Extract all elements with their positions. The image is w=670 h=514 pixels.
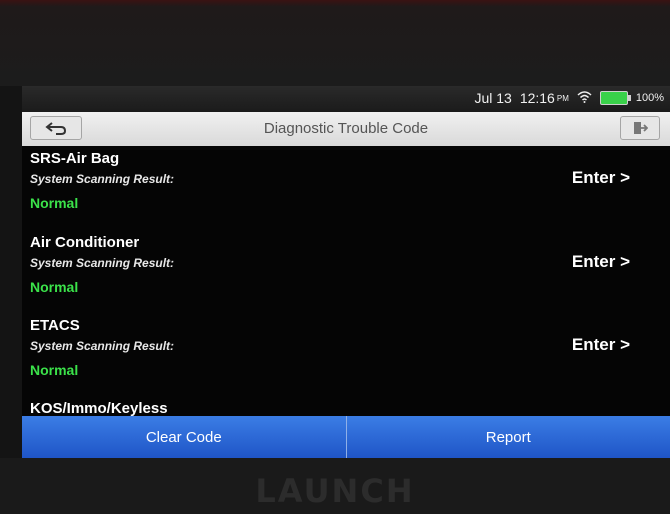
- system-name: KOS/Immo/Keyless: [30, 400, 168, 416]
- report-button[interactable]: Report: [345, 416, 670, 458]
- system-list: SRS-Air Bag System Scanning Result: Norm…: [22, 146, 670, 416]
- system-scan-label: System Scanning Result:: [30, 256, 175, 270]
- system-status: Normal: [30, 279, 79, 295]
- exit-button[interactable]: [620, 116, 660, 140]
- clear-code-button[interactable]: Clear Code: [22, 416, 346, 458]
- status-date: Jul 13: [474, 90, 512, 106]
- brand-logo: LAUNCH: [255, 472, 415, 510]
- system-scan-label: System Scanning Result:: [30, 339, 175, 353]
- header-bar: Diagnostic Trouble Code: [22, 112, 670, 147]
- footer-toolbar: Clear Code Report: [22, 416, 670, 458]
- exit-icon: [634, 122, 648, 134]
- system-name: Air Conditioner: [30, 234, 140, 251]
- system-item-air-conditioner[interactable]: Air Conditioner System Scanning Result: …: [30, 230, 660, 312]
- enter-button[interactable]: Enter >: [572, 252, 630, 272]
- system-item-etacs[interactable]: ETACS System Scanning Result: Normal Ent…: [30, 313, 660, 395]
- device-bezel-top: [0, 0, 670, 86]
- status-ampm: PM: [556, 93, 569, 103]
- system-status: Normal: [30, 362, 79, 378]
- page-title: Diagnostic Trouble Code: [263, 120, 429, 137]
- battery-percent: 100%: [635, 92, 664, 104]
- status-bar: Jul 13 12:16 PM 100%: [22, 86, 670, 112]
- enter-button[interactable]: Enter >: [572, 335, 630, 355]
- wifi-icon: [577, 90, 592, 106]
- status-time: 12:16: [519, 90, 555, 106]
- enter-button[interactable]: Enter >: [572, 168, 630, 188]
- system-name: SRS-Air Bag: [30, 150, 120, 167]
- system-item-kos-immo-keyless[interactable]: KOS/Immo/Keyless: [30, 396, 660, 416]
- system-scan-label: System Scanning Result:: [30, 172, 175, 186]
- system-status: Normal: [30, 195, 79, 211]
- system-name: ETACS: [30, 317, 80, 334]
- system-item-srs-air-bag[interactable]: SRS-Air Bag System Scanning Result: Norm…: [30, 146, 660, 228]
- battery-icon: [599, 91, 631, 105]
